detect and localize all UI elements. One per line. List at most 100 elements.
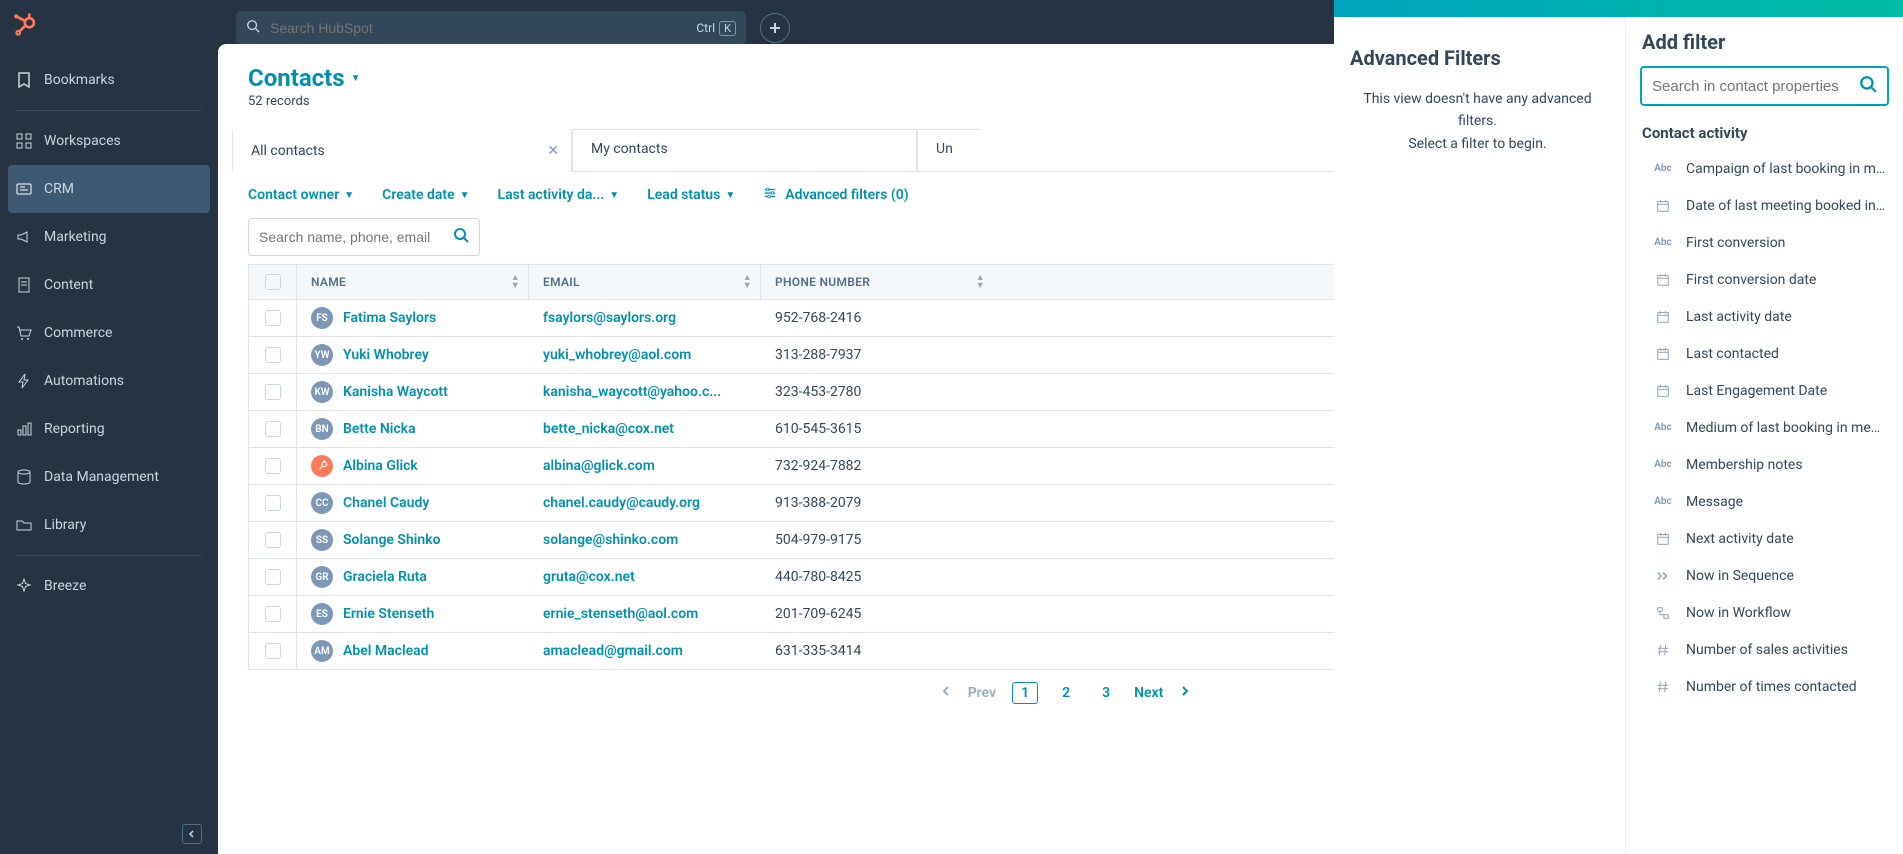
- avatar: AM: [311, 640, 333, 662]
- sidebar-item-breeze[interactable]: Breeze: [0, 562, 218, 610]
- sidebar-item-library[interactable]: Library: [0, 501, 218, 549]
- pager-next-arrow[interactable]: [1179, 685, 1191, 701]
- col-header-name[interactable]: NAME▲▼: [297, 265, 529, 299]
- contact-name-link[interactable]: Abel Maclead: [343, 643, 429, 659]
- filter-property-item[interactable]: Number of times contacted: [1640, 668, 1903, 705]
- sidebar-item-crm[interactable]: CRM: [8, 165, 210, 213]
- sidebar-item-bookmarks[interactable]: Bookmarks: [0, 56, 218, 104]
- filter-property-item[interactable]: Next activity date: [1640, 520, 1903, 557]
- filter-property-item[interactable]: AbcMessage: [1640, 483, 1903, 520]
- search-icon: [453, 227, 469, 247]
- avatar: [311, 455, 333, 477]
- table-search-input[interactable]: [259, 229, 445, 245]
- pager-page-1[interactable]: 1: [1012, 682, 1038, 704]
- contact-email-link[interactable]: chanel.caudy@caudy.org: [543, 495, 700, 511]
- row-checkbox[interactable]: [265, 532, 281, 548]
- property-label: Number of sales activities: [1686, 642, 1848, 658]
- contact-email-link[interactable]: ernie_stenseth@aol.com: [543, 606, 698, 622]
- tab-unassigned[interactable]: Un: [917, 129, 981, 171]
- filter-property-item[interactable]: Now in Sequence: [1640, 557, 1903, 594]
- contact-name-link[interactable]: Albina Glick: [343, 458, 418, 474]
- contact-email-link[interactable]: amaclead@gmail.com: [543, 643, 683, 659]
- nav-label: Workspaces: [44, 133, 121, 149]
- filter-search-input[interactable]: [1652, 78, 1851, 95]
- contact-name-link[interactable]: Kanisha Waycott: [343, 384, 448, 400]
- col-header-phone[interactable]: PHONE NUMBER▲▼: [761, 265, 993, 299]
- sidebar-item-content[interactable]: Content: [0, 261, 218, 309]
- property-type-icon: [1654, 199, 1672, 213]
- close-icon[interactable]: ✕: [547, 143, 559, 159]
- contact-email-link[interactable]: gruta@cox.net: [543, 569, 635, 585]
- row-checkbox[interactable]: [265, 310, 281, 326]
- property-type-icon: [1654, 310, 1672, 324]
- filter-group-heading: Contact activity: [1642, 124, 1903, 142]
- filter-property-item[interactable]: Number of sales activities: [1640, 631, 1903, 668]
- contact-email-link[interactable]: albina@glick.com: [543, 458, 655, 474]
- sidebar-item-datamgmt[interactable]: Data Management: [0, 453, 218, 501]
- filter-property-item[interactable]: AbcCampaign of last booking in mee...: [1640, 150, 1903, 187]
- contact-name-link[interactable]: Chanel Caudy: [343, 495, 429, 511]
- filter-property-item[interactable]: AbcMedium of last booking in meetin...: [1640, 409, 1903, 446]
- contact-email-link[interactable]: fsaylors@saylors.org: [543, 310, 676, 326]
- select-all-checkbox[interactable]: [265, 274, 281, 290]
- filter-create-date[interactable]: Create date▼: [382, 187, 469, 203]
- contact-name-link[interactable]: Graciela Ruta: [343, 569, 427, 585]
- filter-property-item[interactable]: Last contacted: [1640, 335, 1903, 372]
- row-checkbox[interactable]: [265, 569, 281, 585]
- contact-phone: 631-335-3414: [761, 633, 993, 669]
- property-label: Campaign of last booking in mee...: [1686, 161, 1886, 177]
- pager-prev[interactable]: Prev: [968, 685, 996, 701]
- col-header-email[interactable]: EMAIL▲▼: [529, 265, 761, 299]
- global-search[interactable]: CtrlK: [236, 11, 746, 45]
- filter-contact-owner[interactable]: Contact owner▼: [248, 187, 354, 203]
- contact-name-link[interactable]: Solange Shinko: [343, 532, 441, 548]
- pager-prev-arrow[interactable]: [940, 685, 952, 701]
- contact-email-link[interactable]: bette_nicka@cox.net: [543, 421, 674, 437]
- contact-email-link[interactable]: yuki_whobrey@aol.com: [543, 347, 691, 363]
- hubspot-logo[interactable]: [0, 0, 218, 56]
- filter-property-search[interactable]: [1640, 66, 1889, 106]
- tab-my-contacts[interactable]: My contacts: [572, 129, 917, 171]
- contact-phone: 313-288-7937: [761, 337, 993, 373]
- filter-property-item[interactable]: Now in Workflow: [1640, 594, 1903, 631]
- contact-name-link[interactable]: Fatima Saylors: [343, 310, 436, 326]
- contact-name-link[interactable]: Bette Nicka: [343, 421, 416, 437]
- filter-property-item[interactable]: Date of last meeting booked in m...: [1640, 187, 1903, 224]
- collapse-sidebar-button[interactable]: [182, 824, 202, 844]
- sidebar-item-reporting[interactable]: Reporting: [0, 405, 218, 453]
- advanced-filters-button[interactable]: Advanced filters (0): [763, 186, 908, 204]
- filter-property-item[interactable]: Last Engagement Date: [1640, 372, 1903, 409]
- avatar: SS: [311, 529, 333, 551]
- page-title: Contacts: [248, 64, 345, 92]
- contact-email-link[interactable]: kanisha_waycott@yahoo.c...: [543, 384, 721, 400]
- row-checkbox[interactable]: [265, 421, 281, 437]
- row-checkbox[interactable]: [265, 643, 281, 659]
- tab-all-contacts[interactable]: All contacts ✕: [232, 129, 572, 172]
- pager-next[interactable]: Next: [1134, 685, 1163, 701]
- sidebar-item-automations[interactable]: Automations: [0, 357, 218, 405]
- contact-email-link[interactable]: solange@shinko.com: [543, 532, 678, 548]
- filter-lead-status[interactable]: Lead status▼: [647, 187, 735, 203]
- pager-page-2[interactable]: 2: [1054, 683, 1078, 703]
- contact-name-link[interactable]: Ernie Stenseth: [343, 606, 434, 622]
- property-label: Last contacted: [1686, 346, 1779, 362]
- contact-name-link[interactable]: Yuki Whobrey: [343, 347, 429, 363]
- pager-page-3[interactable]: 3: [1094, 683, 1118, 703]
- row-checkbox[interactable]: [265, 384, 281, 400]
- row-checkbox[interactable]: [265, 458, 281, 474]
- filter-property-item[interactable]: First conversion date: [1640, 261, 1903, 298]
- filter-last-activity[interactable]: Last activity da...▼: [498, 187, 620, 203]
- create-button[interactable]: [760, 13, 790, 43]
- row-checkbox[interactable]: [265, 347, 281, 363]
- filter-property-item[interactable]: Last activity date: [1640, 298, 1903, 335]
- row-checkbox[interactable]: [265, 495, 281, 511]
- property-type-icon: [1654, 273, 1672, 287]
- filter-property-item[interactable]: AbcMembership notes: [1640, 446, 1903, 483]
- table-search[interactable]: [248, 218, 480, 256]
- sidebar-item-workspaces[interactable]: Workspaces: [0, 117, 218, 165]
- row-checkbox[interactable]: [265, 606, 281, 622]
- filter-property-item[interactable]: AbcFirst conversion: [1640, 224, 1903, 261]
- sidebar-item-commerce[interactable]: Commerce: [0, 309, 218, 357]
- sidebar-item-marketing[interactable]: Marketing: [0, 213, 218, 261]
- global-search-input[interactable]: [270, 20, 686, 36]
